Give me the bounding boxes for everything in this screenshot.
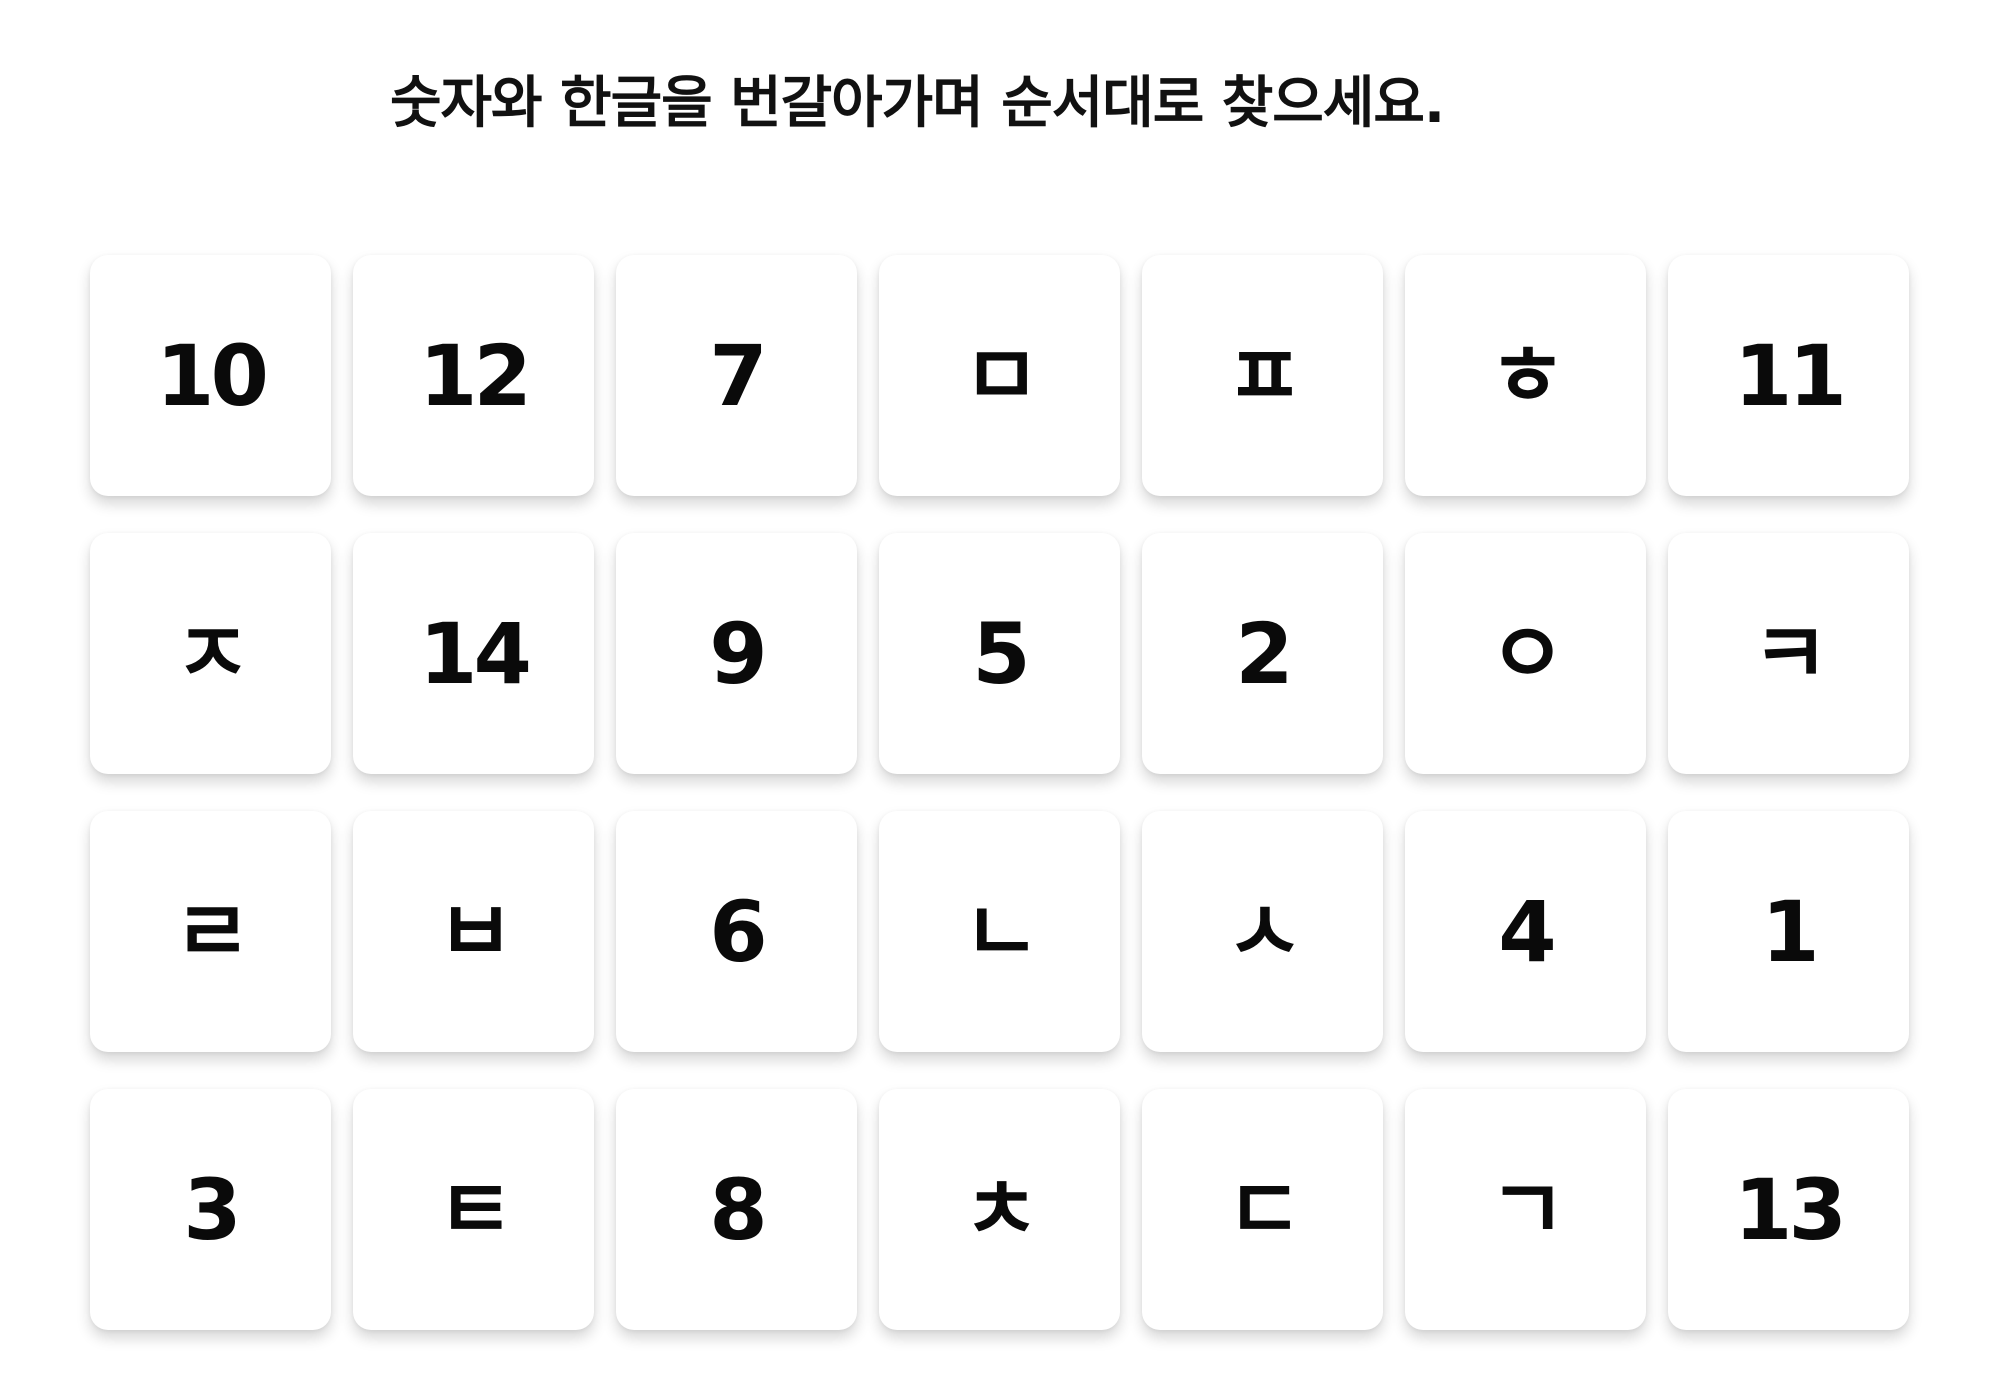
tile-label: 14: [419, 604, 532, 703]
tile[interactable]: 7: [616, 255, 857, 496]
tile[interactable]: 1: [1668, 811, 1909, 1052]
tile-label: ㅌ: [436, 1160, 514, 1259]
tile-label: 10: [156, 326, 269, 425]
tile[interactable]: 6: [616, 811, 857, 1052]
tile-label: ㅅ: [1225, 882, 1303, 981]
tile-label: ㅈ: [173, 604, 251, 703]
tile-label: 13: [1734, 1160, 1847, 1259]
tile-label: 7: [709, 326, 767, 425]
instruction-text: 숫자와 한글을 번갈아가며 순서대로 찾으세요.: [390, 71, 1445, 136]
tile-label: 9: [709, 604, 767, 703]
tile[interactable]: 13: [1668, 1089, 1909, 1330]
tile[interactable]: 10: [90, 255, 331, 496]
tile[interactable]: ㄷ: [1142, 1089, 1383, 1330]
tile[interactable]: ㅌ: [353, 1089, 594, 1330]
tile-label: 12: [419, 326, 532, 425]
tile[interactable]: ㄴ: [879, 811, 1120, 1052]
tile[interactable]: ㅎ: [1405, 255, 1646, 496]
tile-label: 8: [709, 1160, 767, 1259]
tile-label: ㅇ: [1488, 604, 1566, 703]
tile[interactable]: ㄹ: [90, 811, 331, 1052]
tile-label: ㄷ: [1225, 1160, 1303, 1259]
tile-label: ㅋ: [1751, 604, 1829, 703]
tile[interactable]: ㅇ: [1405, 533, 1646, 774]
tile[interactable]: ㄱ: [1405, 1089, 1646, 1330]
tile-label: 6: [709, 882, 767, 981]
tile-label: ㄹ: [173, 882, 251, 981]
tile[interactable]: 5: [879, 533, 1120, 774]
tile-label: 3: [183, 1160, 241, 1259]
tile-label: ㅁ: [962, 326, 1040, 425]
tile-label: 2: [1235, 604, 1293, 703]
tile[interactable]: 3: [90, 1089, 331, 1330]
tile-label: 5: [972, 604, 1030, 703]
tile-label: ㅍ: [1225, 326, 1303, 425]
tile[interactable]: ㅅ: [1142, 811, 1383, 1052]
tile-grid: 10 12 7 ㅁ ㅍ ㅎ 11 ㅈ 14 9 5 2 ㅇ ㅋ ㄹ ㅂ 6 ㄴ …: [90, 255, 1909, 1330]
tile-label: ㅂ: [436, 882, 514, 981]
tile-label: 1: [1761, 882, 1819, 981]
tile[interactable]: 14: [353, 533, 594, 774]
tile[interactable]: ㅊ: [879, 1089, 1120, 1330]
tile-label: ㅊ: [962, 1160, 1040, 1259]
tile-label: 11: [1734, 326, 1847, 425]
tile[interactable]: 9: [616, 533, 857, 774]
tile-label: 4: [1498, 882, 1556, 981]
tile-label: ㄱ: [1488, 1160, 1566, 1259]
tile[interactable]: ㅈ: [90, 533, 331, 774]
tile[interactable]: ㅂ: [353, 811, 594, 1052]
tile[interactable]: 2: [1142, 533, 1383, 774]
tile-label: ㅎ: [1488, 326, 1566, 425]
tile[interactable]: ㅁ: [879, 255, 1120, 496]
tile[interactable]: 12: [353, 255, 594, 496]
game-page: 숫자와 한글을 번갈아가며 순서대로 찾으세요. 10 12 7 ㅁ ㅍ ㅎ 1…: [0, 0, 2005, 1378]
tile[interactable]: 11: [1668, 255, 1909, 496]
tile[interactable]: 8: [616, 1089, 857, 1330]
tile[interactable]: 4: [1405, 811, 1646, 1052]
tile[interactable]: ㅋ: [1668, 533, 1909, 774]
tile[interactable]: ㅍ: [1142, 255, 1383, 496]
tile-label: ㄴ: [962, 882, 1040, 981]
